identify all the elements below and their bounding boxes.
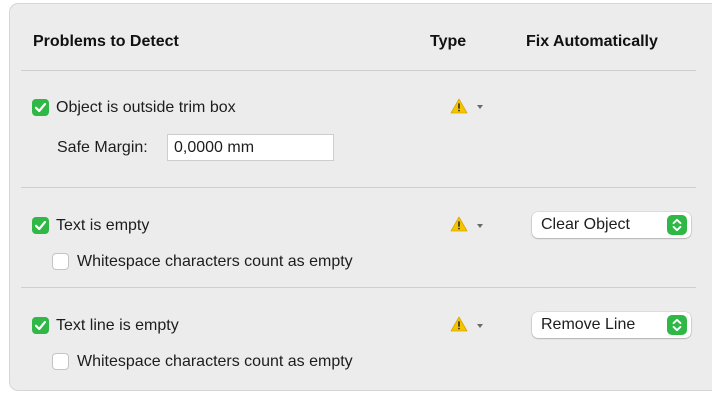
checkmark-icon (34, 102, 47, 113)
rule-text-line-empty-checkbox[interactable] (32, 317, 49, 334)
whitespace-empty-checkbox[interactable] (52, 353, 69, 370)
header-fix-automatically: Fix Automatically (526, 33, 658, 50)
section-divider (21, 187, 696, 188)
header-problems-to-detect: Problems to Detect (33, 33, 179, 50)
rule-outside-trim-label: Object is outside trim box (56, 99, 236, 116)
warning-icon[interactable] (450, 316, 468, 332)
checkmark-icon (34, 320, 47, 331)
whitespace-empty-checkbox[interactable] (52, 253, 69, 270)
whitespace-empty-label: Whitespace characters count as empty (77, 253, 353, 270)
safe-margin-input[interactable]: 0,0000 mm (167, 134, 334, 161)
rule-text-empty-checkbox[interactable] (32, 217, 49, 234)
type-dropdown-caret-icon[interactable] (477, 324, 483, 328)
fix-popup-value: Clear Object (541, 216, 630, 233)
whitespace-empty-label: Whitespace characters count as empty (77, 353, 353, 370)
header-type: Type (430, 33, 467, 50)
checkmark-icon (34, 220, 47, 231)
up-down-chevron-icon (667, 315, 687, 335)
fix-remove-line-popup[interactable]: Remove Line (532, 312, 691, 338)
rule-outside-trim-checkbox[interactable] (32, 99, 49, 116)
type-dropdown-caret-icon[interactable] (477, 224, 483, 228)
section-divider (21, 287, 696, 288)
safe-margin-label: Safe Margin: (57, 139, 148, 156)
warning-icon[interactable] (450, 98, 468, 114)
header-divider (21, 70, 696, 71)
warning-icon[interactable] (450, 216, 468, 232)
rule-text-line-empty-label: Text line is empty (56, 317, 179, 334)
fix-popup-value: Remove Line (541, 316, 636, 333)
up-down-chevron-icon (667, 215, 687, 235)
fix-clear-object-popup[interactable]: Clear Object (532, 212, 691, 238)
type-dropdown-caret-icon[interactable] (477, 105, 483, 109)
rule-text-empty-label: Text is empty (56, 217, 150, 234)
